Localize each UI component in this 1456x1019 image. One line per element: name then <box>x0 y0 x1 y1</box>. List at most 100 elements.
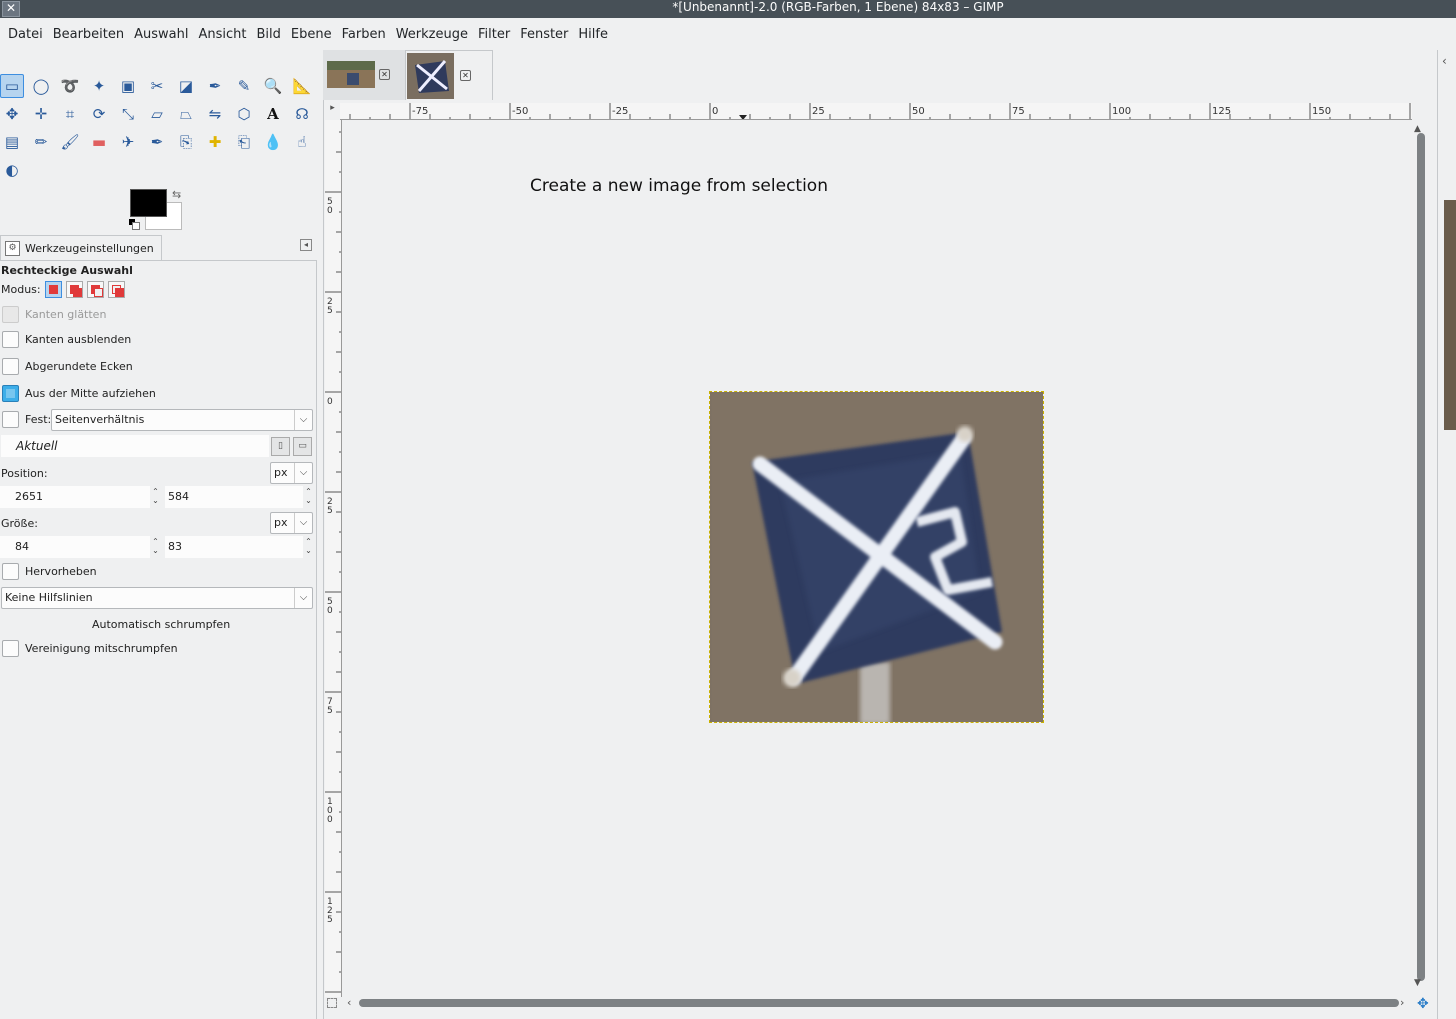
position-x-stepper[interactable]: ⌃ ⌄ <box>150 487 161 507</box>
tool-airbrush-icon[interactable]: ✈ <box>116 130 140 154</box>
ruler-label: 75 <box>1012 106 1025 117</box>
default-colors-icon[interactable] <box>129 219 140 230</box>
menu-hilfe[interactable]: Hilfe <box>573 27 613 42</box>
tool-warp-transform-icon[interactable]: ☊ <box>290 102 314 126</box>
menu-bearbeiten[interactable]: Bearbeiten <box>48 27 129 42</box>
image-tab-2[interactable]: ✕ <box>405 50 493 100</box>
chevron-down-icon: ⌵ <box>294 588 312 608</box>
tool-clone-icon[interactable]: ⎘ <box>174 130 198 154</box>
vertical-ruler[interactable]: 50250255075100125 <box>325 120 342 997</box>
menu-filter[interactable]: Filter <box>473 27 515 42</box>
tool-fuzzy-select-icon[interactable]: ✦ <box>87 74 111 98</box>
rounded-corners-checkbox[interactable] <box>2 358 19 375</box>
size-height-stepper[interactable]: ⌃ ⌄ <box>303 537 314 557</box>
size-width-value: 84 <box>15 540 29 553</box>
shrink-merged-checkbox[interactable] <box>2 640 19 657</box>
tool-color-picker-icon[interactable]: ✎ <box>232 74 256 98</box>
horizontal-scrollbar[interactable] <box>359 999 1399 1007</box>
ruler-corner-button[interactable]: ▸ <box>325 103 340 118</box>
swap-colors-icon[interactable]: ⇆ <box>172 188 181 201</box>
tool-crop-icon[interactable]: ⌗ <box>58 102 82 126</box>
tool-eraser-icon[interactable]: ▬ <box>87 130 111 154</box>
position-unit-select[interactable]: px ⌵ <box>270 462 313 484</box>
menu-bild[interactable]: Bild <box>252 27 286 42</box>
size-height-field[interactable]: 83 <box>165 536 303 558</box>
foreground-color-swatch[interactable] <box>130 189 167 217</box>
size-width-stepper[interactable]: ⌃ ⌄ <box>150 537 161 557</box>
from-center-checkbox[interactable] <box>2 385 19 402</box>
tool-flip-icon[interactable]: ⇋ <box>203 102 227 126</box>
mode-add-button[interactable] <box>65 281 83 298</box>
tool-foreground-select-icon[interactable]: ◪ <box>174 74 198 98</box>
image-tab-1[interactable]: ✕ <box>323 50 405 100</box>
tool-perspective-icon[interactable]: ⏢ <box>174 102 198 126</box>
tool-scissors-select-icon[interactable]: ✂ <box>145 74 169 98</box>
position-y-stepper[interactable]: ⌃ ⌄ <box>303 487 314 507</box>
tool-rect-select-icon[interactable]: ▭ <box>0 74 24 98</box>
tool-select-by-color-icon[interactable]: ▣ <box>116 74 140 98</box>
tool-measure-icon[interactable]: 📐 <box>290 74 314 98</box>
menu-auswahl[interactable]: Auswahl <box>129 27 193 42</box>
tool-ellipse-select-icon[interactable]: ◯ <box>29 74 53 98</box>
image-content[interactable] <box>709 391 1044 723</box>
size-unit-select[interactable]: px ⌵ <box>270 512 313 534</box>
tool-zoom-icon[interactable]: 🔍 <box>261 74 285 98</box>
position-x-field[interactable]: 2651 <box>0 486 150 508</box>
tool-shear-icon[interactable]: ▱ <box>145 102 169 126</box>
tool-paintbrush-icon[interactable]: 🖌 <box>58 130 82 154</box>
tool-align-icon[interactable]: ✛ <box>29 102 53 126</box>
tool-rotate-icon[interactable]: ⟳ <box>87 102 111 126</box>
tool-perspective-clone-icon[interactable]: ⎗ <box>232 130 256 154</box>
tool-blur-icon[interactable]: 💧 <box>261 130 285 154</box>
portrait-button[interactable]: ▯ <box>271 437 290 456</box>
close-icon[interactable]: ✕ <box>460 70 471 81</box>
tool-pencil-icon[interactable]: ✏ <box>29 130 53 154</box>
horizontal-ruler[interactable]: -75 -50 -25 0 25 50 75 100 125 150 <box>340 103 1412 120</box>
tool-text-icon[interactable]: A <box>261 102 285 126</box>
position-x-value: 2651 <box>15 490 43 503</box>
tool-options-title: Rechteckige Auswahl <box>1 264 133 277</box>
menu-ebene[interactable]: Ebene <box>286 27 337 42</box>
tool-scale-icon[interactable]: ⤡ <box>116 102 140 126</box>
tool-move-icon[interactable]: ✥ <box>0 102 24 126</box>
aspect-entry[interactable]: Aktuell <box>1 435 269 457</box>
vertical-scrollbar[interactable] <box>1417 133 1425 981</box>
tab-tool-options[interactable]: ⚙ Werkzeugeinstellungen <box>0 235 162 260</box>
scroll-down-icon[interactable]: ▼ <box>1414 978 1421 988</box>
fixed-checkbox[interactable] <box>2 411 19 428</box>
tool-cage-transform-icon[interactable]: ⬡ <box>232 102 256 126</box>
quick-mask-toggle[interactable] <box>327 998 337 1008</box>
highlight-checkbox[interactable] <box>2 563 19 580</box>
mode-subtract-button[interactable] <box>86 281 104 298</box>
mode-intersect-button[interactable] <box>107 281 125 298</box>
guides-select[interactable]: Keine Hilfslinien ⌵ <box>1 587 313 609</box>
tool-heal-icon[interactable]: ✚ <box>203 130 227 154</box>
landscape-button[interactable]: ▭ <box>293 437 312 456</box>
menu-farben[interactable]: Farben <box>337 27 391 42</box>
mode-replace-button[interactable] <box>44 281 62 298</box>
tool-paths-icon[interactable]: ✒ <box>203 74 227 98</box>
menu-datei[interactable]: Datei <box>3 27 48 42</box>
tool-free-select-icon[interactable]: ➰ <box>58 74 82 98</box>
auto-shrink-button[interactable]: Automatisch schrumpfen <box>92 618 230 631</box>
dock-menu-icon[interactable]: ◂ <box>300 239 312 251</box>
image-tabs: ✕ ✕ <box>323 50 493 100</box>
feather-checkbox[interactable] <box>2 331 19 348</box>
menu-werkzeuge[interactable]: Werkzeuge <box>391 27 473 42</box>
position-y-field[interactable]: 584 <box>165 486 303 508</box>
tool-blend-icon[interactable]: ▤ <box>0 130 24 154</box>
antialias-checkbox[interactable] <box>2 306 19 323</box>
close-icon[interactable]: ✕ <box>379 69 390 80</box>
scroll-right-icon[interactable]: › <box>1400 996 1404 1009</box>
tool-dodge-burn-icon[interactable]: ◐ <box>0 158 24 182</box>
tool-ink-icon[interactable]: ✒ <box>145 130 169 154</box>
window-title: *[Unbenannt]-2.0 (RGB-Farben, 1 Ebene) 8… <box>672 0 1004 14</box>
menu-fenster[interactable]: Fenster <box>515 27 573 42</box>
size-width-field[interactable]: 84 <box>0 536 150 558</box>
tool-smudge-icon[interactable]: ☝ <box>290 130 314 154</box>
fixed-mode-select[interactable]: Seitenverhältnis ⌵ <box>51 409 313 431</box>
menu-ansicht[interactable]: Ansicht <box>193 27 251 42</box>
dock-collapse-icon[interactable]: ‹ <box>1442 54 1447 68</box>
scroll-left-icon[interactable]: ‹ <box>347 996 351 1009</box>
navigate-icon[interactable]: ✥ <box>1417 996 1429 1012</box>
